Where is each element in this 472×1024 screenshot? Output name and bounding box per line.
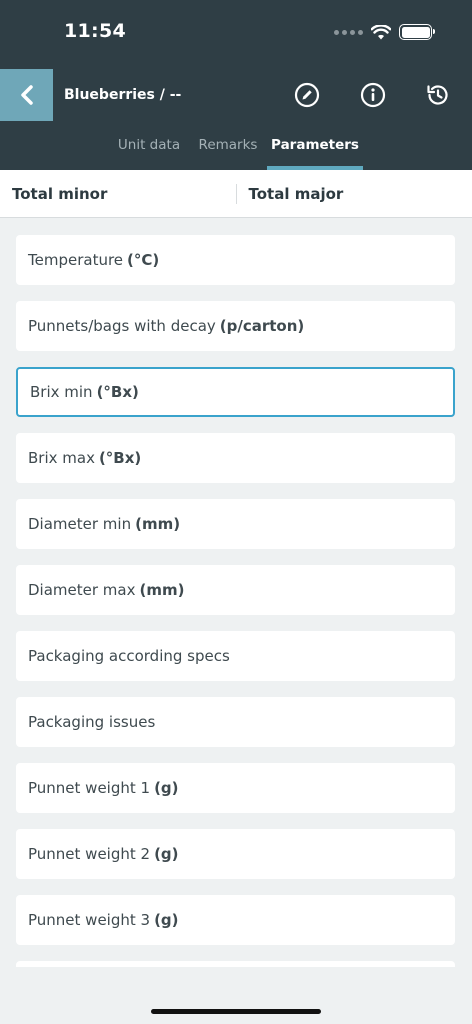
home-indicator bbox=[151, 1009, 321, 1014]
field-packaging-specs[interactable]: Packaging according specs bbox=[16, 631, 455, 681]
field-unit: (°Bx) bbox=[96, 383, 139, 401]
field-punnet-weight-2[interactable]: Punnet weight 2 (g) bbox=[16, 829, 455, 879]
wifi-icon bbox=[371, 24, 391, 39]
field-unit: (mm) bbox=[135, 515, 181, 533]
tab-remarks[interactable]: Remarks bbox=[194, 126, 262, 170]
field-unit: (g) bbox=[154, 845, 179, 863]
field-unit: (g) bbox=[154, 779, 179, 797]
tab-parameters[interactable]: Parameters bbox=[267, 126, 363, 170]
field-label: Packaging issues bbox=[28, 713, 156, 731]
field-brix-min[interactable]: Brix min (°Bx) bbox=[16, 367, 455, 417]
field-diameter-min[interactable]: Diameter min (mm) bbox=[16, 499, 455, 549]
field-unit: (mm) bbox=[139, 581, 185, 599]
field-label: Brix min bbox=[30, 383, 93, 401]
status-time: 11:54 bbox=[64, 20, 126, 42]
tab-bar: Unit data Remarks Parameters bbox=[0, 126, 472, 170]
app-header: 11:54 Blueberries / -- Unit data Remarks… bbox=[0, 0, 472, 170]
field-unit: (°Bx) bbox=[98, 449, 142, 467]
field-punnet-weight-1[interactable]: Punnet weight 1 (g) bbox=[16, 763, 455, 813]
field-punnet-weight-3[interactable]: Punnet weight 3 (g) bbox=[16, 895, 455, 945]
field-label: Packaging according specs bbox=[28, 647, 230, 665]
field-unit: (p/carton) bbox=[219, 317, 305, 335]
field-unit: (°C) bbox=[127, 251, 160, 269]
field-label: Punnet weight 1 bbox=[28, 779, 151, 797]
back-button[interactable] bbox=[0, 69, 53, 121]
page-title: Blueberries / -- bbox=[64, 87, 182, 103]
edit-icon bbox=[294, 82, 320, 108]
field-label: Diameter max bbox=[28, 581, 136, 599]
back-chevron-icon bbox=[20, 85, 33, 105]
cellular-signal-icon bbox=[334, 29, 363, 35]
field-next-partial[interactable] bbox=[16, 961, 455, 967]
field-label: Punnet weight 3 bbox=[28, 911, 151, 929]
field-label: Punnet weight 2 bbox=[28, 845, 151, 863]
edit-button[interactable] bbox=[293, 81, 321, 109]
info-button[interactable] bbox=[359, 81, 387, 109]
field-label: Temperature bbox=[28, 251, 124, 269]
totals-bar: Total minor Total major bbox=[0, 170, 472, 218]
field-packaging-issues[interactable]: Packaging issues bbox=[16, 697, 455, 747]
field-label: Brix max bbox=[28, 449, 95, 467]
history-button[interactable] bbox=[424, 81, 452, 109]
field-punnets-decay[interactable]: Punnets/bags with decay (p/carton) bbox=[16, 301, 455, 351]
parameter-list: Temperature (°C) Punnets/bags with decay(… bbox=[16, 235, 455, 983]
field-temperature[interactable]: Temperature (°C) bbox=[16, 235, 455, 285]
field-label: Diameter min bbox=[28, 515, 132, 533]
status-indicators bbox=[334, 24, 435, 40]
history-icon bbox=[427, 85, 448, 105]
total-minor[interactable]: Total minor bbox=[0, 184, 236, 204]
info-icon bbox=[360, 82, 386, 108]
total-major[interactable]: Total major bbox=[235, 183, 472, 204]
battery-icon bbox=[399, 24, 435, 40]
tab-unit-data[interactable]: Unit data bbox=[108, 126, 190, 170]
field-label: Punnets/bags with decay bbox=[28, 317, 216, 335]
field-brix-max[interactable]: Brix max (°Bx) bbox=[16, 433, 455, 483]
field-diameter-max[interactable]: Diameter max (mm) bbox=[16, 565, 455, 615]
field-unit: (g) bbox=[154, 911, 179, 929]
